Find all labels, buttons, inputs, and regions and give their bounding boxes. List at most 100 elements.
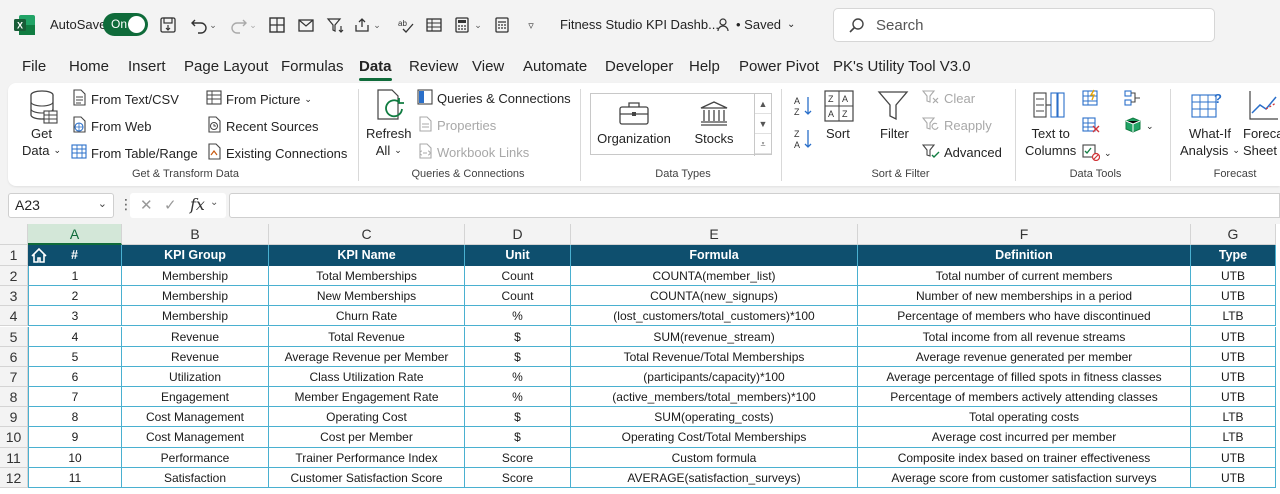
customize-toolbar-icon[interactable]: ▿	[520, 14, 542, 36]
cell-definition[interactable]: Average percentage of filled spots in fi…	[858, 366, 1191, 387]
calculator-icon[interactable]	[451, 14, 473, 36]
cell-hash[interactable]: 11	[28, 467, 122, 488]
home-icon[interactable]	[30, 247, 48, 264]
table-header-kpi-group[interactable]: KPI Group	[122, 245, 269, 266]
cell-definition[interactable]: Number of new memberships in a period	[858, 286, 1191, 307]
cell-kpi-group[interactable]: Membership	[122, 306, 269, 327]
cell-unit[interactable]: $	[465, 407, 571, 428]
table-icon[interactable]	[423, 14, 445, 36]
cell-definition[interactable]: Percentage of members actively attending…	[858, 387, 1191, 408]
cell-hash[interactable]: 6	[28, 366, 122, 387]
what-if-analysis-button[interactable]: What-If Analysis ⌄	[1180, 125, 1240, 159]
calculator-dropdown-icon[interactable]: ⌄	[473, 14, 483, 36]
cell-formula[interactable]: COUNTA(new_signups)	[571, 286, 858, 307]
tab-formulas[interactable]: Formulas	[281, 58, 344, 75]
cell-kpi-group[interactable]: Utilization	[122, 366, 269, 387]
gallery-down-icon[interactable]: ▼	[755, 114, 771, 134]
cell-type[interactable]: UTB	[1191, 266, 1276, 287]
cell-definition[interactable]: Average cost incurred per member	[858, 427, 1191, 448]
cell-kpi-name[interactable]: New Memberships	[269, 286, 465, 307]
document-title[interactable]: Fitness Studio KPI Dashb...	[560, 17, 719, 32]
cell-kpi-group[interactable]: Cost Management	[122, 427, 269, 448]
gallery-more-icon[interactable]: ⩡	[755, 134, 771, 154]
text-to-columns-button[interactable]: Text to Columns	[1025, 125, 1076, 159]
table-header-type[interactable]: Type	[1191, 245, 1276, 266]
tab-review[interactable]: Review	[409, 58, 458, 75]
cell-kpi-group[interactable]: Performance	[122, 447, 269, 468]
cell-definition[interactable]: Average score from customer satisfaction…	[858, 467, 1191, 488]
cell-definition[interactable]: Total operating costs	[858, 407, 1191, 428]
borders-icon[interactable]	[266, 14, 288, 36]
tab-pk-utility-tool[interactable]: PK's Utility Tool V3.0	[833, 58, 971, 75]
cell-formula[interactable]: SUM(revenue_stream)	[571, 326, 858, 347]
cell-type[interactable]: LTB	[1191, 407, 1276, 428]
tab-home[interactable]: Home	[69, 58, 109, 75]
cell-type[interactable]: UTB	[1191, 467, 1276, 488]
cell-kpi-name[interactable]: Member Engagement Rate	[269, 387, 465, 408]
tab-page-layout[interactable]: Page Layout	[184, 58, 268, 75]
column-header-d[interactable]: D	[465, 224, 571, 245]
cancel-icon[interactable]: ✕	[140, 196, 153, 214]
cell-kpi-name[interactable]: Trainer Performance Index	[269, 447, 465, 468]
get-data-button[interactable]: Get Data ⌄	[22, 125, 61, 159]
row-header-1[interactable]: 1	[0, 245, 28, 266]
cell-formula[interactable]: Total Revenue/Total Memberships	[571, 346, 858, 367]
remove-duplicates-button[interactable]	[1082, 116, 1100, 137]
properties-button[interactable]: Properties	[417, 116, 496, 135]
enter-check-icon[interactable]: ✓	[164, 196, 177, 214]
cell-kpi-group[interactable]: Cost Management	[122, 407, 269, 428]
row-header-3[interactable]: 3	[0, 286, 28, 307]
forecast-sheet-button[interactable]: Foreca Sheet	[1243, 125, 1280, 159]
cell-unit[interactable]: $	[465, 346, 571, 367]
save-icon[interactable]	[157, 14, 179, 36]
cell-formula[interactable]: (active_members/total_members)*100	[571, 387, 858, 408]
undo-icon[interactable]	[188, 14, 210, 36]
column-header-g[interactable]: G	[1191, 224, 1276, 245]
recent-sources-button[interactable]: Recent Sources	[206, 116, 319, 136]
cell-unit[interactable]: Score	[465, 447, 571, 468]
saved-status[interactable]: • Saved ⌄	[736, 17, 795, 32]
tab-help[interactable]: Help	[689, 58, 720, 75]
column-header-b[interactable]: B	[122, 224, 269, 245]
consolidate-button[interactable]	[1124, 89, 1142, 110]
from-text-csv-button[interactable]: From Text/CSV	[71, 89, 179, 109]
redo-icon[interactable]	[228, 14, 250, 36]
cell-hash[interactable]: 1	[28, 266, 122, 287]
cell-hash[interactable]: 2	[28, 286, 122, 307]
table-header-unit[interactable]: Unit	[465, 245, 571, 266]
cell-kpi-group[interactable]: Membership	[122, 286, 269, 307]
from-table-range-button[interactable]: From Table/Range	[71, 143, 198, 163]
tab-data[interactable]: Data	[359, 58, 392, 81]
chevron-down-icon[interactable]: ⌄	[210, 197, 218, 208]
cell-unit[interactable]: $	[465, 427, 571, 448]
cell-kpi-name[interactable]: Total Memberships	[269, 266, 465, 287]
cell-kpi-group[interactable]: Engagement	[122, 387, 269, 408]
cell-hash[interactable]: 9	[28, 427, 122, 448]
organization-button[interactable]: Organization	[597, 100, 671, 146]
cell-kpi-name[interactable]: Average Revenue per Member	[269, 346, 465, 367]
column-header-a[interactable]: A	[28, 224, 122, 245]
cell-hash[interactable]: 3	[28, 306, 122, 327]
reapply-button[interactable]: Reapply	[921, 116, 992, 135]
cell-formula[interactable]: Custom formula	[571, 447, 858, 468]
refresh-all-button[interactable]: Refresh All ⌄	[366, 125, 412, 159]
cell-hash[interactable]: 5	[28, 346, 122, 367]
cell-definition[interactable]: Composite index based on trainer effecti…	[858, 447, 1191, 468]
cell-type[interactable]: UTB	[1191, 387, 1276, 408]
sort-descending-button[interactable]: ZA	[793, 128, 813, 153]
cell-kpi-group[interactable]: Membership	[122, 266, 269, 287]
share-dropdown-icon[interactable]: ⌄	[372, 14, 382, 36]
queries-connections-button[interactable]: Queries & Connections	[417, 89, 571, 108]
data-validation-button[interactable]: ⌄	[1082, 143, 1112, 164]
workbook-links-button[interactable]: Workbook Links	[417, 143, 529, 162]
cell-hash[interactable]: 4	[28, 326, 122, 347]
cell-unit[interactable]: %	[465, 306, 571, 327]
tab-developer[interactable]: Developer	[605, 58, 673, 75]
tab-power-pivot[interactable]: Power Pivot	[739, 58, 819, 75]
sort-ascending-button[interactable]: AZ	[793, 95, 813, 120]
calculator-alt-icon[interactable]	[491, 14, 513, 36]
cell-type[interactable]: UTB	[1191, 326, 1276, 347]
cell-definition[interactable]: Average revenue generated per member	[858, 346, 1191, 367]
cell-type[interactable]: UTB	[1191, 346, 1276, 367]
column-header-e[interactable]: E	[571, 224, 858, 245]
